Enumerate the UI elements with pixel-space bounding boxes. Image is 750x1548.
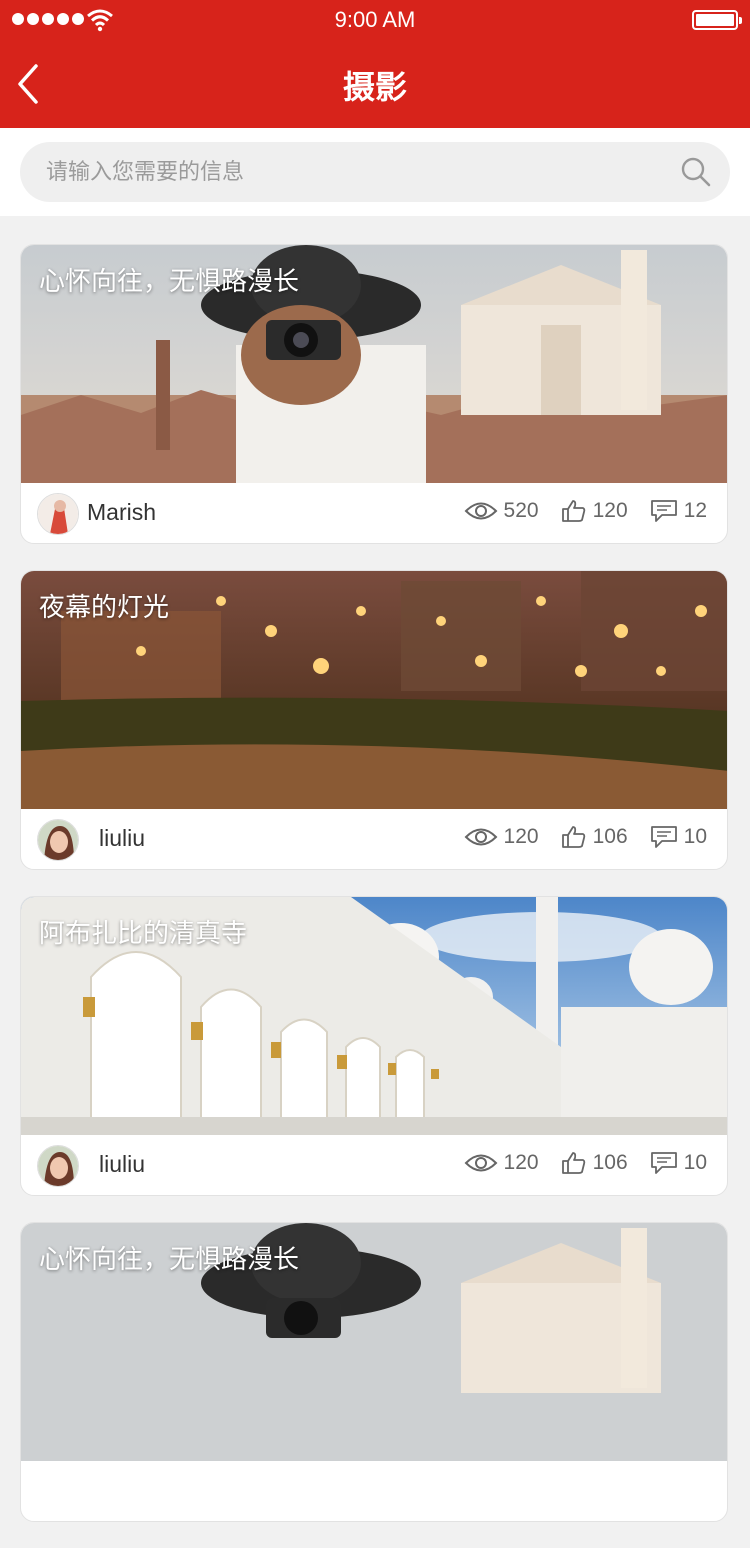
post-stats: 520 120 12 (442, 499, 707, 523)
page-title: 摄影 (342, 68, 407, 106)
post-feed: 心怀向往，无惧路漫长 Marish 520 120 12 夜幕的灯光 liuli… (20, 244, 730, 1548)
comment-icon (650, 500, 677, 522)
status-bar: 9:00 AM (0, 0, 750, 40)
search-bar (20, 142, 730, 202)
post-meta: Marish 520 120 12 (21, 483, 727, 543)
author-name[interactable]: liuliu (99, 1151, 145, 1178)
post-card[interactable]: 心怀向往，无惧路漫长 (20, 1222, 728, 1522)
search-section (0, 128, 750, 216)
views-stat: 520 (464, 499, 539, 523)
search-input[interactable] (46, 142, 666, 202)
avatar[interactable] (37, 493, 79, 535)
post-stats: 120 106 10 (442, 1151, 707, 1175)
likes-stat[interactable]: 106 (561, 825, 628, 849)
thumbs-up-icon (561, 500, 585, 522)
comment-icon (650, 826, 677, 848)
likes-stat[interactable]: 106 (561, 1151, 628, 1175)
eye-icon (464, 828, 497, 846)
views-stat: 120 (464, 825, 539, 849)
comments-count: 10 (683, 825, 707, 848)
avatar[interactable] (37, 1145, 79, 1187)
post-stats: 120 106 10 (442, 825, 707, 849)
search-icon[interactable] (680, 156, 712, 188)
post-caption: 阿布扎比的清真寺 (39, 919, 248, 949)
nav-bar: 摄影 (0, 40, 750, 128)
views-stat: 120 (464, 1151, 539, 1175)
author-name[interactable]: Marish (87, 499, 156, 526)
views-count: 120 (503, 1151, 539, 1174)
post-caption: 心怀向往，无惧路漫长 (39, 267, 300, 297)
comments-stat[interactable]: 10 (650, 1151, 707, 1175)
comments-count: 10 (683, 1151, 707, 1174)
author-name[interactable]: liuliu (99, 825, 145, 852)
likes-count: 106 (592, 825, 628, 848)
post-caption: 夜幕的灯光 (39, 593, 170, 623)
views-count: 120 (503, 825, 539, 848)
likes-count: 120 (592, 499, 628, 522)
views-count: 520 (503, 499, 539, 522)
post-card[interactable]: 阿布扎比的清真寺 liuliu 120 106 10 (20, 896, 728, 1196)
thumbs-up-icon (561, 826, 585, 848)
status-time: 9:00 AM (334, 7, 416, 32)
post-meta: liuliu 120 106 10 (21, 809, 727, 869)
thumbs-up-icon (561, 1152, 585, 1174)
eye-icon (464, 1154, 497, 1172)
post-card[interactable]: 心怀向往，无惧路漫长 Marish 520 120 12 (20, 244, 728, 544)
post-meta: liuliu 120 106 10 (21, 1135, 727, 1195)
likes-stat[interactable]: 120 (561, 499, 628, 523)
comments-count: 12 (683, 499, 707, 522)
likes-count: 106 (592, 1151, 628, 1174)
comments-stat[interactable]: 10 (650, 825, 707, 849)
post-card[interactable]: 夜幕的灯光 liuliu 120 106 10 (20, 570, 728, 870)
comment-icon (650, 1152, 677, 1174)
eye-icon (464, 502, 497, 520)
post-caption: 心怀向往，无惧路漫长 (39, 1245, 300, 1275)
avatar[interactable] (37, 819, 79, 861)
comments-stat[interactable]: 12 (650, 499, 707, 523)
battery-icon (692, 10, 742, 30)
